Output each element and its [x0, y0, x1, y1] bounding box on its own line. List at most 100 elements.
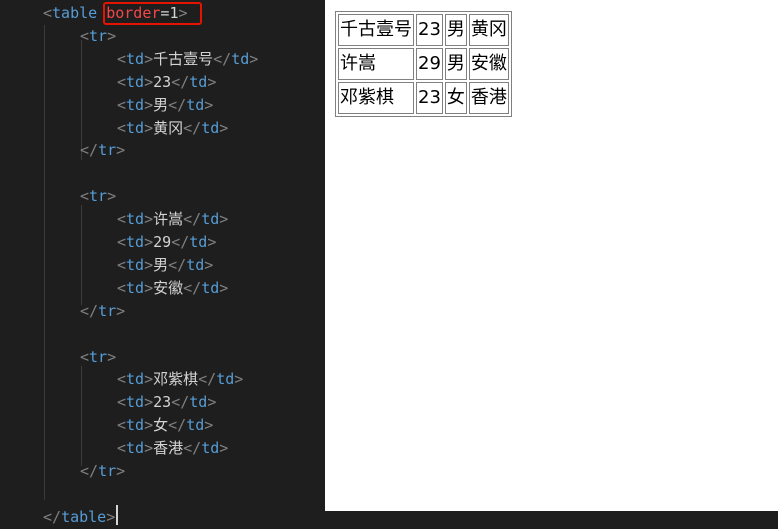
code-line[interactable]: <td>千古壹号</td> — [117, 48, 258, 70]
code-token: > — [144, 49, 154, 68]
code-token: > — [106, 507, 116, 526]
code-token: 男 — [153, 255, 169, 274]
preview-table: 千古壹号 23 男黄冈 许嵩 29 男安徽 邓紫棋 23 女香港 — [335, 11, 512, 117]
code-line[interactable]: </tr> — [80, 300, 125, 322]
code-token: </ — [168, 95, 187, 114]
code-token: td — [201, 439, 220, 458]
code-token: </ — [171, 72, 190, 91]
code-token: < — [117, 49, 127, 68]
table-cell: 千古壹号 — [338, 14, 414, 46]
code-line[interactable]: <td>邓紫棋</td> — [117, 368, 243, 390]
code-token: td — [186, 95, 205, 114]
code-token: </ — [171, 393, 190, 412]
code-token: > — [234, 370, 244, 389]
code-token: td — [186, 416, 205, 435]
code-token: > — [144, 95, 154, 114]
code-line[interactable]: <td>29</td> — [117, 231, 216, 253]
code-token: 千古壹号 — [153, 49, 214, 68]
code-line[interactable]: <tr> — [80, 346, 116, 368]
code-line[interactable]: <tr> — [80, 25, 116, 47]
table-row: 千古壹号 23 男黄冈 — [338, 14, 509, 46]
table-cell: 黄冈 — [468, 14, 509, 46]
code-token: td — [126, 210, 145, 229]
code-token: < — [80, 187, 90, 206]
code-token: > — [207, 72, 217, 91]
code-token: < — [117, 95, 127, 114]
code-token: tr — [89, 187, 108, 206]
table-cell: 23 — [416, 14, 443, 46]
code-token: > — [219, 118, 229, 137]
table-cell: 女 — [444, 82, 467, 114]
code-token: > — [204, 255, 214, 274]
code-token: td — [126, 278, 145, 297]
code-token: > — [144, 210, 154, 229]
code-token: > — [204, 416, 214, 435]
code-token: </ — [80, 462, 99, 480]
code-token: </ — [168, 416, 187, 435]
preview-bottom-bar — [325, 511, 778, 529]
code-token: td — [231, 49, 250, 68]
code-token: </ — [213, 49, 232, 68]
code-line[interactable]: <td>23</td> — [117, 71, 216, 93]
code-token: > — [219, 210, 229, 229]
browser-preview: 千古壹号 23 男黄冈 许嵩 29 男安徽 邓紫棋 23 女香港 — [325, 0, 778, 511]
code-token: 23 — [153, 393, 172, 412]
code-token: 女 — [153, 416, 169, 435]
code-token: td — [126, 255, 145, 274]
code-token: td — [126, 233, 145, 251]
code-line[interactable]: <td>女</td> — [117, 414, 213, 436]
code-line[interactable]: </table> — [43, 506, 115, 528]
code-token: 安徽 — [153, 278, 184, 297]
code-token: > — [144, 118, 154, 137]
code-line[interactable]: <td>男</td> — [117, 94, 213, 116]
code-editor[interactable]: <table border=1> <tr> <td>千古壹号</td> <td>23<… — [0, 0, 325, 529]
code-line[interactable]: <td>香港</td> — [117, 437, 228, 459]
code-token: > — [144, 416, 154, 435]
code-token: < — [117, 416, 127, 435]
text-cursor — [116, 505, 118, 525]
code-token: > — [116, 301, 126, 320]
code-token: < — [117, 210, 127, 229]
code-token: td — [126, 72, 145, 91]
table-cell: 安徽 — [468, 48, 509, 80]
code-token: table — [61, 507, 107, 526]
code-token: td — [216, 370, 235, 389]
border-attribute-highlight — [103, 2, 202, 25]
code-token: 邓紫棋 — [153, 370, 199, 389]
code-line[interactable]: </tr> — [80, 139, 125, 161]
table-cell: 29 — [416, 48, 443, 80]
code-token: > — [107, 187, 117, 206]
code-token: td — [189, 233, 208, 251]
code-line[interactable]: </tr> — [80, 460, 125, 482]
code-line[interactable]: <tr> — [80, 185, 116, 207]
code-token: </ — [183, 439, 202, 458]
code-token: </ — [183, 278, 202, 297]
code-token: </ — [171, 233, 190, 251]
code-line[interactable]: <td>23</td> — [117, 391, 216, 413]
code-token: < — [117, 255, 127, 274]
code-token: td — [201, 118, 220, 137]
code-token: < — [117, 233, 127, 251]
code-token: > — [219, 439, 229, 458]
code-token: tr — [98, 462, 117, 480]
code-token: </ — [198, 370, 217, 389]
table-row: 许嵩 29 男安徽 — [338, 48, 509, 80]
code-token: 香港 — [153, 439, 184, 458]
table-row: 邓紫棋 23 女香港 — [338, 82, 509, 114]
code-line[interactable]: <td>黄冈</td> — [117, 117, 228, 139]
code-token: tr — [89, 347, 108, 366]
editor-gutter — [0, 0, 26, 529]
code-token: tr — [98, 301, 117, 320]
code-token: > — [144, 278, 154, 297]
code-token: td — [126, 416, 145, 435]
code-line[interactable]: <td>许嵩</td> — [117, 208, 228, 230]
code-token: </ — [183, 210, 202, 229]
code-token: > — [107, 347, 117, 366]
code-line[interactable]: <td>男</td> — [117, 254, 213, 276]
code-token: </ — [43, 507, 62, 526]
code-token: </ — [80, 301, 99, 320]
code-token: > — [204, 95, 214, 114]
code-line[interactable]: <td>安徽</td> — [117, 277, 228, 299]
table-cell: 许嵩 — [338, 48, 414, 80]
code-token: > — [116, 141, 126, 160]
